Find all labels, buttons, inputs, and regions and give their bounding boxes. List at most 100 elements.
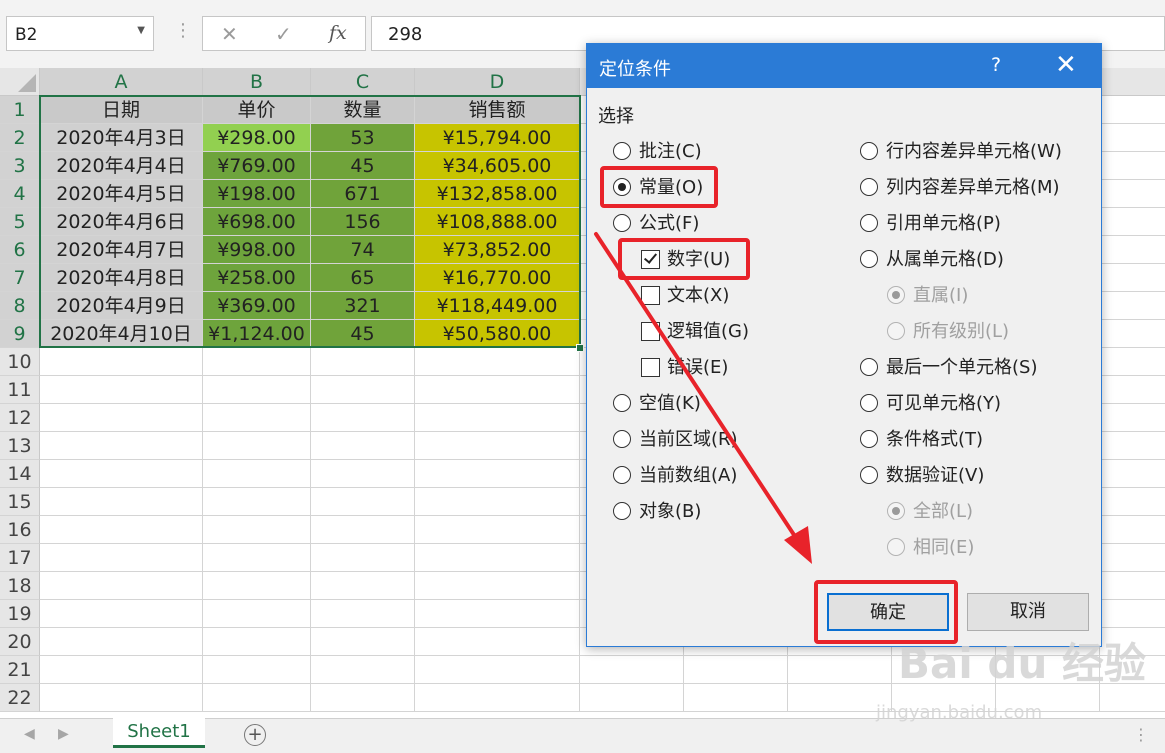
checkbox-icon[interactable] xyxy=(641,322,660,341)
table-cell[interactable] xyxy=(311,628,415,656)
radio-icon[interactable] xyxy=(860,250,878,268)
table-cell[interactable] xyxy=(1100,404,1165,432)
table-cell[interactable]: 45 xyxy=(311,152,415,180)
name-box[interactable]: B2 ▼ xyxy=(6,16,154,51)
table-cell[interactable]: ¥73,852.00 xyxy=(415,236,580,264)
table-cell[interactable] xyxy=(311,684,415,712)
table-cell[interactable] xyxy=(1100,348,1165,376)
ok-button[interactable]: 确定 xyxy=(827,593,949,631)
radio-icon[interactable] xyxy=(613,430,631,448)
table-cell[interactable] xyxy=(203,600,311,628)
radio-selected-icon[interactable] xyxy=(887,502,905,520)
close-icon[interactable]: ✕ xyxy=(1055,50,1077,80)
table-cell[interactable] xyxy=(996,684,1100,712)
table-cell[interactable] xyxy=(40,348,203,376)
table-cell[interactable] xyxy=(40,600,203,628)
table-cell[interactable] xyxy=(1100,432,1165,460)
row-header[interactable]: 21 xyxy=(0,656,40,684)
row-header[interactable]: 5 xyxy=(0,208,40,236)
table-cell[interactable] xyxy=(40,460,203,488)
table-cell[interactable] xyxy=(892,684,996,712)
row-header[interactable]: 20 xyxy=(0,628,40,656)
table-cell[interactable] xyxy=(203,628,311,656)
table-cell[interactable]: ¥369.00 xyxy=(203,292,311,320)
table-cell[interactable]: 671 xyxy=(311,180,415,208)
table-cell[interactable]: 2020年4月3日 xyxy=(40,124,203,152)
table-cell[interactable] xyxy=(203,516,311,544)
table-cell[interactable] xyxy=(40,684,203,712)
table-cell[interactable] xyxy=(203,432,311,460)
table-cell[interactable]: ¥108,888.00 xyxy=(415,208,580,236)
cancel-button[interactable]: 取消 xyxy=(967,593,1089,631)
table-cell[interactable] xyxy=(40,572,203,600)
radio-icon[interactable] xyxy=(887,538,905,556)
table-cell[interactable] xyxy=(415,460,580,488)
row-header[interactable]: 9 xyxy=(0,320,40,348)
table-cell[interactable] xyxy=(1100,656,1165,684)
table-header-cell[interactable]: 销售额 xyxy=(415,96,580,124)
table-cell[interactable]: ¥15,794.00 xyxy=(415,124,580,152)
radio-selected-icon[interactable] xyxy=(887,286,905,304)
radio-icon[interactable] xyxy=(860,358,878,376)
table-cell[interactable] xyxy=(1100,544,1165,572)
scroll-right-icon[interactable]: ▶ xyxy=(58,726,69,742)
table-cell[interactable]: 2020年4月4日 xyxy=(40,152,203,180)
table-cell[interactable] xyxy=(40,432,203,460)
table-cell[interactable]: 53 xyxy=(311,124,415,152)
table-cell[interactable] xyxy=(40,376,203,404)
table-cell[interactable] xyxy=(996,656,1100,684)
dialog-titlebar[interactable]: 定位条件 ? ✕ xyxy=(587,44,1101,88)
table-cell[interactable] xyxy=(1100,152,1165,180)
table-cell[interactable] xyxy=(1100,516,1165,544)
table-cell[interactable] xyxy=(1100,572,1165,600)
row-header[interactable]: 6 xyxy=(0,236,40,264)
table-cell[interactable]: 2020年4月9日 xyxy=(40,292,203,320)
table-cell[interactable] xyxy=(311,348,415,376)
table-cell[interactable]: 2020年4月7日 xyxy=(40,236,203,264)
table-cell[interactable] xyxy=(1100,488,1165,516)
table-cell[interactable] xyxy=(415,656,580,684)
table-cell[interactable] xyxy=(415,432,580,460)
table-cell[interactable] xyxy=(203,544,311,572)
select-all-corner[interactable] xyxy=(0,68,40,96)
table-cell[interactable] xyxy=(40,516,203,544)
row-header[interactable]: 14 xyxy=(0,460,40,488)
checkbox-icon[interactable] xyxy=(641,358,660,377)
table-cell[interactable] xyxy=(788,684,892,712)
table-cell[interactable] xyxy=(40,656,203,684)
table-cell[interactable] xyxy=(203,376,311,404)
radio-icon[interactable] xyxy=(887,322,905,340)
table-cell[interactable] xyxy=(311,404,415,432)
table-cell[interactable] xyxy=(311,600,415,628)
table-cell[interactable] xyxy=(1100,684,1165,712)
table-cell[interactable]: ¥1,124.00 xyxy=(203,320,311,348)
table-cell[interactable] xyxy=(40,488,203,516)
table-cell[interactable] xyxy=(1100,376,1165,404)
table-cell[interactable] xyxy=(203,656,311,684)
table-header-cell[interactable]: 数量 xyxy=(311,96,415,124)
check-icon[interactable]: ✓ xyxy=(275,22,292,46)
table-cell[interactable] xyxy=(415,488,580,516)
row-header[interactable]: 13 xyxy=(0,432,40,460)
row-header[interactable]: 4 xyxy=(0,180,40,208)
radio-icon[interactable] xyxy=(613,142,631,160)
table-cell[interactable] xyxy=(311,432,415,460)
row-header[interactable]: 7 xyxy=(0,264,40,292)
table-cell[interactable] xyxy=(40,544,203,572)
table-cell[interactable] xyxy=(40,404,203,432)
table-cell[interactable] xyxy=(1100,236,1165,264)
insert-function-icon[interactable]: fx xyxy=(329,22,347,44)
row-header[interactable]: 17 xyxy=(0,544,40,572)
row-header[interactable]: 10 xyxy=(0,348,40,376)
table-cell[interactable]: ¥118,449.00 xyxy=(415,292,580,320)
column-header[interactable]: B xyxy=(203,68,311,96)
radio-icon[interactable] xyxy=(613,394,631,412)
table-cell[interactable] xyxy=(415,516,580,544)
table-cell[interactable] xyxy=(311,572,415,600)
row-header[interactable]: 16 xyxy=(0,516,40,544)
table-cell[interactable] xyxy=(311,516,415,544)
table-cell[interactable]: 2020年4月5日 xyxy=(40,180,203,208)
table-cell[interactable] xyxy=(684,684,788,712)
table-cell[interactable] xyxy=(1100,208,1165,236)
table-cell[interactable] xyxy=(415,544,580,572)
